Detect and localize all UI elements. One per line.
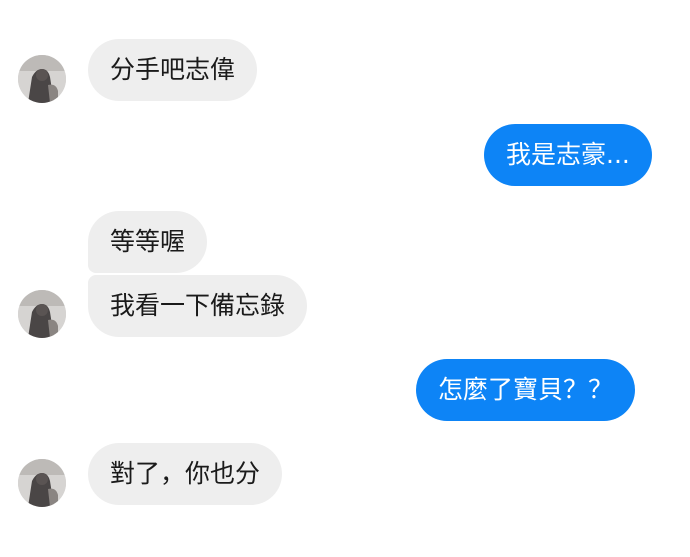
incoming-message-bubble[interactable]: 分手吧志偉 xyxy=(88,39,258,101)
avatar-photo-icon xyxy=(18,459,66,507)
avatar-photo-icon xyxy=(18,290,66,338)
contact-avatar[interactable] xyxy=(18,55,66,103)
avatar-photo-icon xyxy=(18,55,66,103)
incoming-message-bubble[interactable]: 對了，你也分 xyxy=(88,443,283,505)
contact-avatar[interactable] xyxy=(18,459,66,507)
outgoing-message-bubble[interactable]: 我是志豪... xyxy=(484,124,652,186)
incoming-message-bubble[interactable]: 我看一下備忘錄 xyxy=(88,275,308,337)
contact-avatar[interactable] xyxy=(18,290,66,338)
outgoing-message-bubble[interactable]: 怎麼了寶貝？？ xyxy=(416,359,636,421)
incoming-message-bubble[interactable]: 等等喔 xyxy=(88,211,208,273)
message-thread: 分手吧志偉 我是志豪... 等等喔 我看一下備忘錄 怎麼了寶貝？？ 對了，你也分 xyxy=(0,0,690,557)
